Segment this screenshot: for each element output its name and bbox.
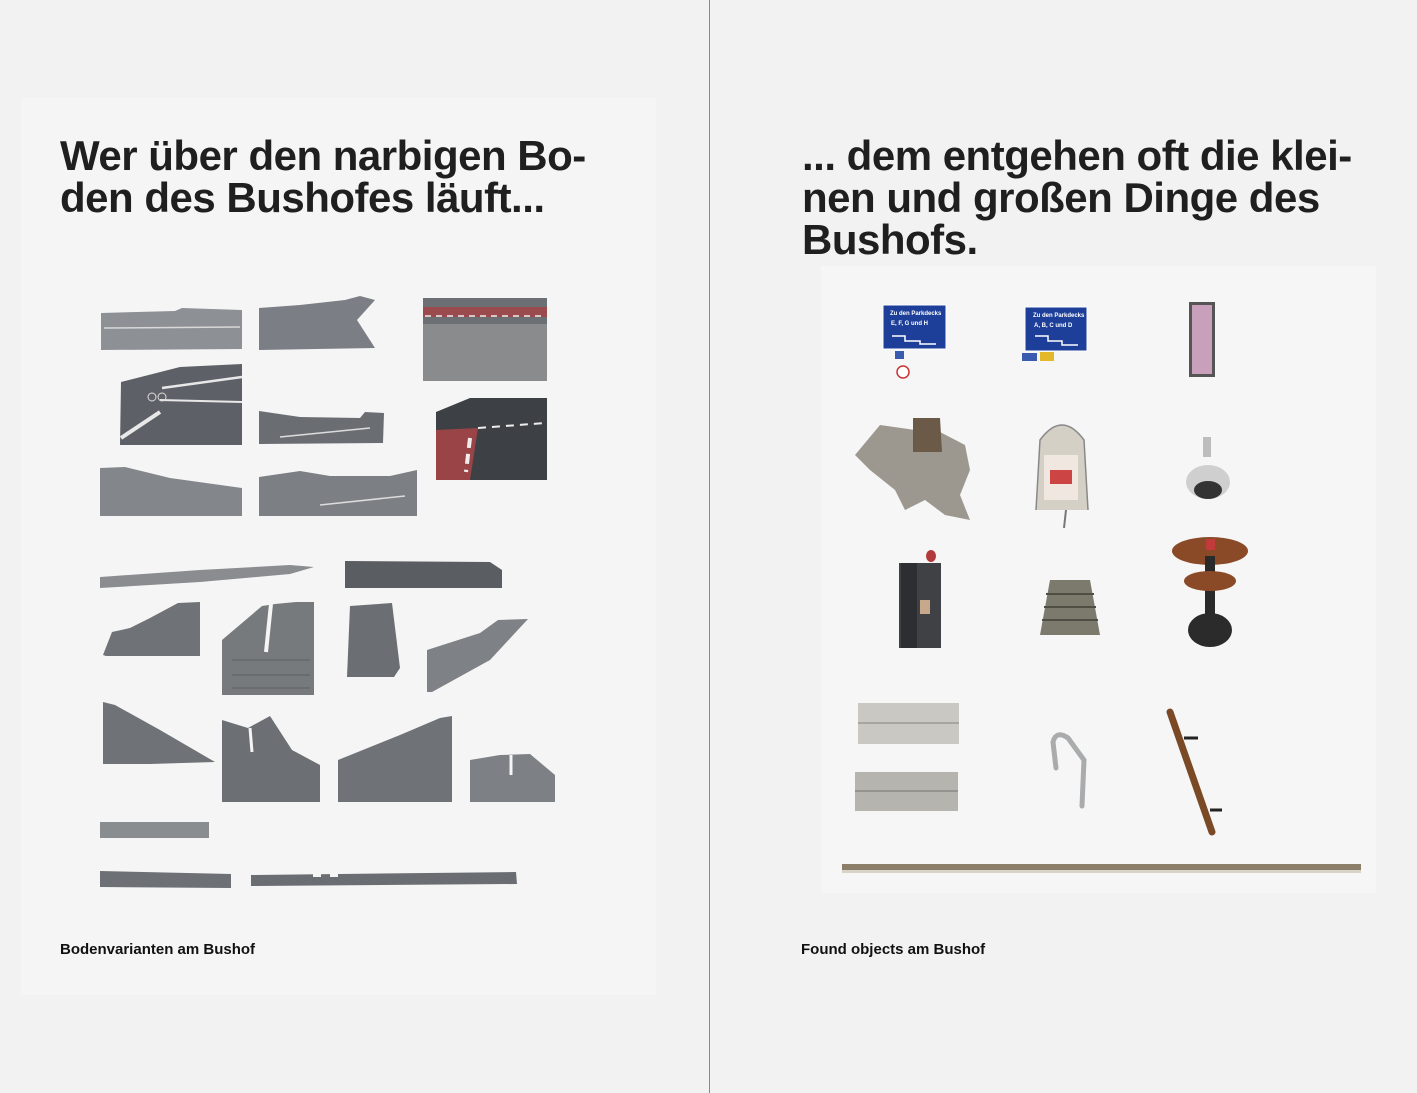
ground-variants-collage [100,296,555,888]
photo-collage: Zu den Parkdecks E, F, G und H Zu den Pa… [100,296,1361,888]
sign-2-line-1: Zu den Parkdecks [1033,313,1085,319]
cobble-sample-6 [222,716,320,802]
wooden-handrail [1166,708,1222,836]
cobble-sample-4 [427,619,528,692]
asphalt-sample-4 [100,467,242,516]
parking-sign-2: Zu den Parkdecks A, B, C und D [1022,306,1088,361]
road-bikelane-sample [423,298,547,381]
parking-sign-1: Zu den Parkdecks E, F, G und H [882,304,947,379]
bike-rack [1050,732,1087,809]
asphalt-sample-1 [101,308,242,350]
ashtray-bin [899,550,941,648]
bistro-table [1172,537,1248,647]
bench-slat-2 [855,772,958,811]
cobble-sample-5 [103,702,215,764]
found-objects-collage: Zu den Parkdecks E, F, G und H Zu den Pa… [842,302,1361,873]
pink-display-panel [1189,302,1215,377]
curb-strip-1 [100,565,314,588]
dome-camera [1186,437,1230,499]
long-metal-rail [842,864,1361,873]
asphalt-sample-2 [259,296,375,350]
curb-strip-4 [100,871,231,888]
cobble-sample-2 [222,602,314,695]
cobble-sample-8 [470,754,555,802]
asphalt-sample-3 [259,411,384,444]
sign-1-line-1: Zu den Parkdecks [890,311,942,317]
tree-stump-object [855,418,970,520]
right-page-caption: Found objects am Bushof [801,941,986,958]
left-page-caption: Bodenvarianten am Bushof [60,941,256,958]
cobble-sample-3 [347,603,400,677]
concrete-steps [1040,580,1100,635]
curb-strip-3 [100,822,209,838]
bike-marking-sample [119,364,243,445]
bench-slat-1 [858,703,959,744]
sign-1-line-2: E, F, G und H [891,321,928,327]
cobble-sample-7 [338,716,452,802]
curb-strip-2 [345,561,502,588]
asphalt-sample-5 [259,470,417,516]
cobble-sample-1 [103,602,200,656]
sign-2-line-2: A, B, C und D [1034,323,1073,329]
curb-strip-5 [251,871,517,886]
red-lane-sample [436,398,547,480]
a-frame-board [1035,424,1089,529]
